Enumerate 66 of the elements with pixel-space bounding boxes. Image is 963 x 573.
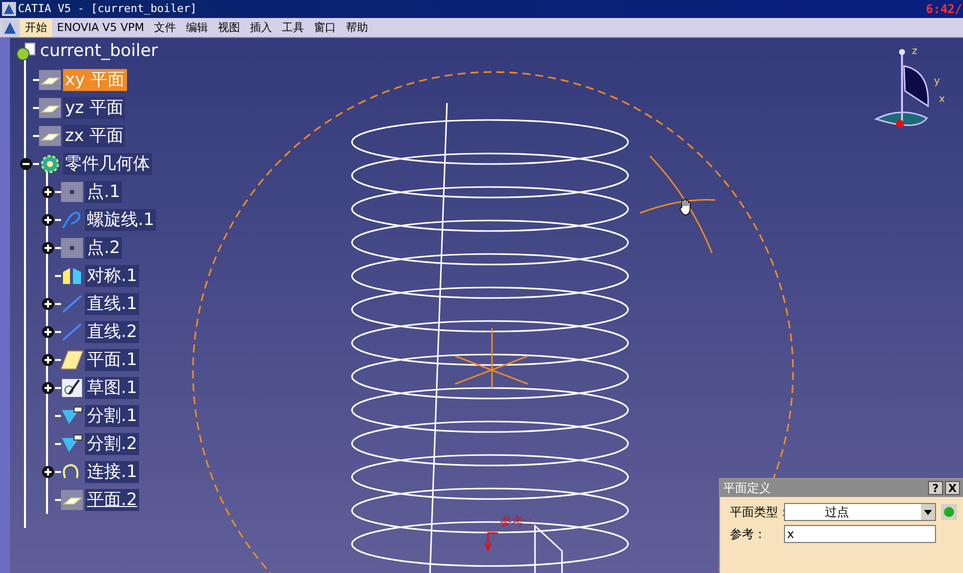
split-icon: [61, 434, 83, 454]
line-icon: [61, 322, 83, 342]
helix-icon: [61, 210, 83, 230]
expand-icon[interactable]: [42, 186, 54, 198]
axis-label: x: [939, 94, 945, 105]
sketch-icon: [61, 378, 83, 398]
expand-icon[interactable]: [42, 382, 54, 394]
tree-item[interactable]: 点.1: [85, 181, 122, 203]
tree-item[interactable]: 平面.2: [85, 489, 140, 511]
menu-item[interactable]: 视图: [213, 18, 246, 36]
menu-item[interactable]: 开始: [20, 18, 52, 36]
scroll-bar[interactable]: [0, 38, 10, 573]
reference-arrow: [484, 532, 498, 552]
collapse-icon[interactable]: [20, 158, 32, 170]
axis-label: z: [912, 46, 918, 57]
plane-type-dropdown[interactable]: 过点: [784, 503, 936, 521]
tree-item[interactable]: 点.2: [85, 237, 122, 259]
close-button[interactable]: X: [945, 481, 960, 495]
plane-icon: [61, 350, 83, 370]
clock-text: 6:42/: [926, 1, 963, 18]
tree-item[interactable]: 直线.2: [85, 321, 140, 343]
axis-label: y: [934, 76, 940, 87]
tree-item[interactable]: zx 平面: [63, 125, 126, 147]
tree-item[interactable]: 连接.1: [85, 461, 140, 483]
tree-item[interactable]: 分割.2: [85, 433, 140, 455]
plane-icon: [39, 126, 61, 146]
tree-item[interactable]: 螺旋线.1: [85, 209, 156, 231]
expand-icon[interactable]: [42, 242, 54, 254]
app-icon[interactable]: [2, 20, 18, 36]
expand-icon[interactable]: [42, 214, 54, 226]
dialog-title: 平面定义: [723, 480, 772, 497]
tree-item[interactable]: 平面.1: [85, 349, 140, 371]
symmetry-icon: [61, 266, 83, 286]
expand-icon[interactable]: [42, 326, 54, 338]
split-icon: [61, 406, 83, 426]
dropdown-caret-icon[interactable]: [921, 504, 935, 520]
menu-item[interactable]: 文件: [149, 18, 182, 36]
gear-body-icon: [39, 154, 61, 174]
tree-item[interactable]: 草图.1: [85, 377, 140, 399]
expand-icon[interactable]: [42, 354, 54, 366]
tree-item[interactable]: 零件几何体: [63, 153, 152, 175]
plane-icon: [39, 70, 61, 90]
menu-item[interactable]: 编辑: [181, 18, 214, 36]
expand-icon[interactable]: [42, 466, 54, 478]
expand-icon[interactable]: [42, 298, 54, 310]
point-icon: [61, 182, 83, 202]
field-label: 参考：: [730, 526, 767, 543]
tree-root[interactable]: current_boiler: [40, 39, 158, 65]
menu-item[interactable]: 工具: [277, 18, 310, 36]
plane-icon: [39, 98, 61, 118]
menu-item[interactable]: 窗口: [309, 18, 342, 36]
tree-item[interactable]: 对称.1: [85, 265, 140, 287]
plane-outline-drawing: [534, 524, 563, 573]
menu-item[interactable]: ENOVIA V5 VPM: [52, 18, 150, 36]
tree-item[interactable]: 直线.1: [85, 293, 140, 315]
help-button[interactable]: ?: [928, 481, 943, 495]
tree-item[interactable]: yz 平面: [63, 97, 126, 119]
window-title: CATIA V5 - [current_boiler]: [18, 0, 197, 17]
reference-field[interactable]: x: [784, 525, 936, 543]
line-icon: [61, 294, 83, 314]
plane-icon: [61, 490, 83, 510]
menu-item[interactable]: 帮助: [341, 18, 374, 36]
menu-item[interactable]: 插入: [245, 18, 278, 36]
point-icon: [61, 238, 83, 258]
tree-item[interactable]: 分割.1: [85, 405, 140, 427]
app-icon: [2, 2, 16, 16]
